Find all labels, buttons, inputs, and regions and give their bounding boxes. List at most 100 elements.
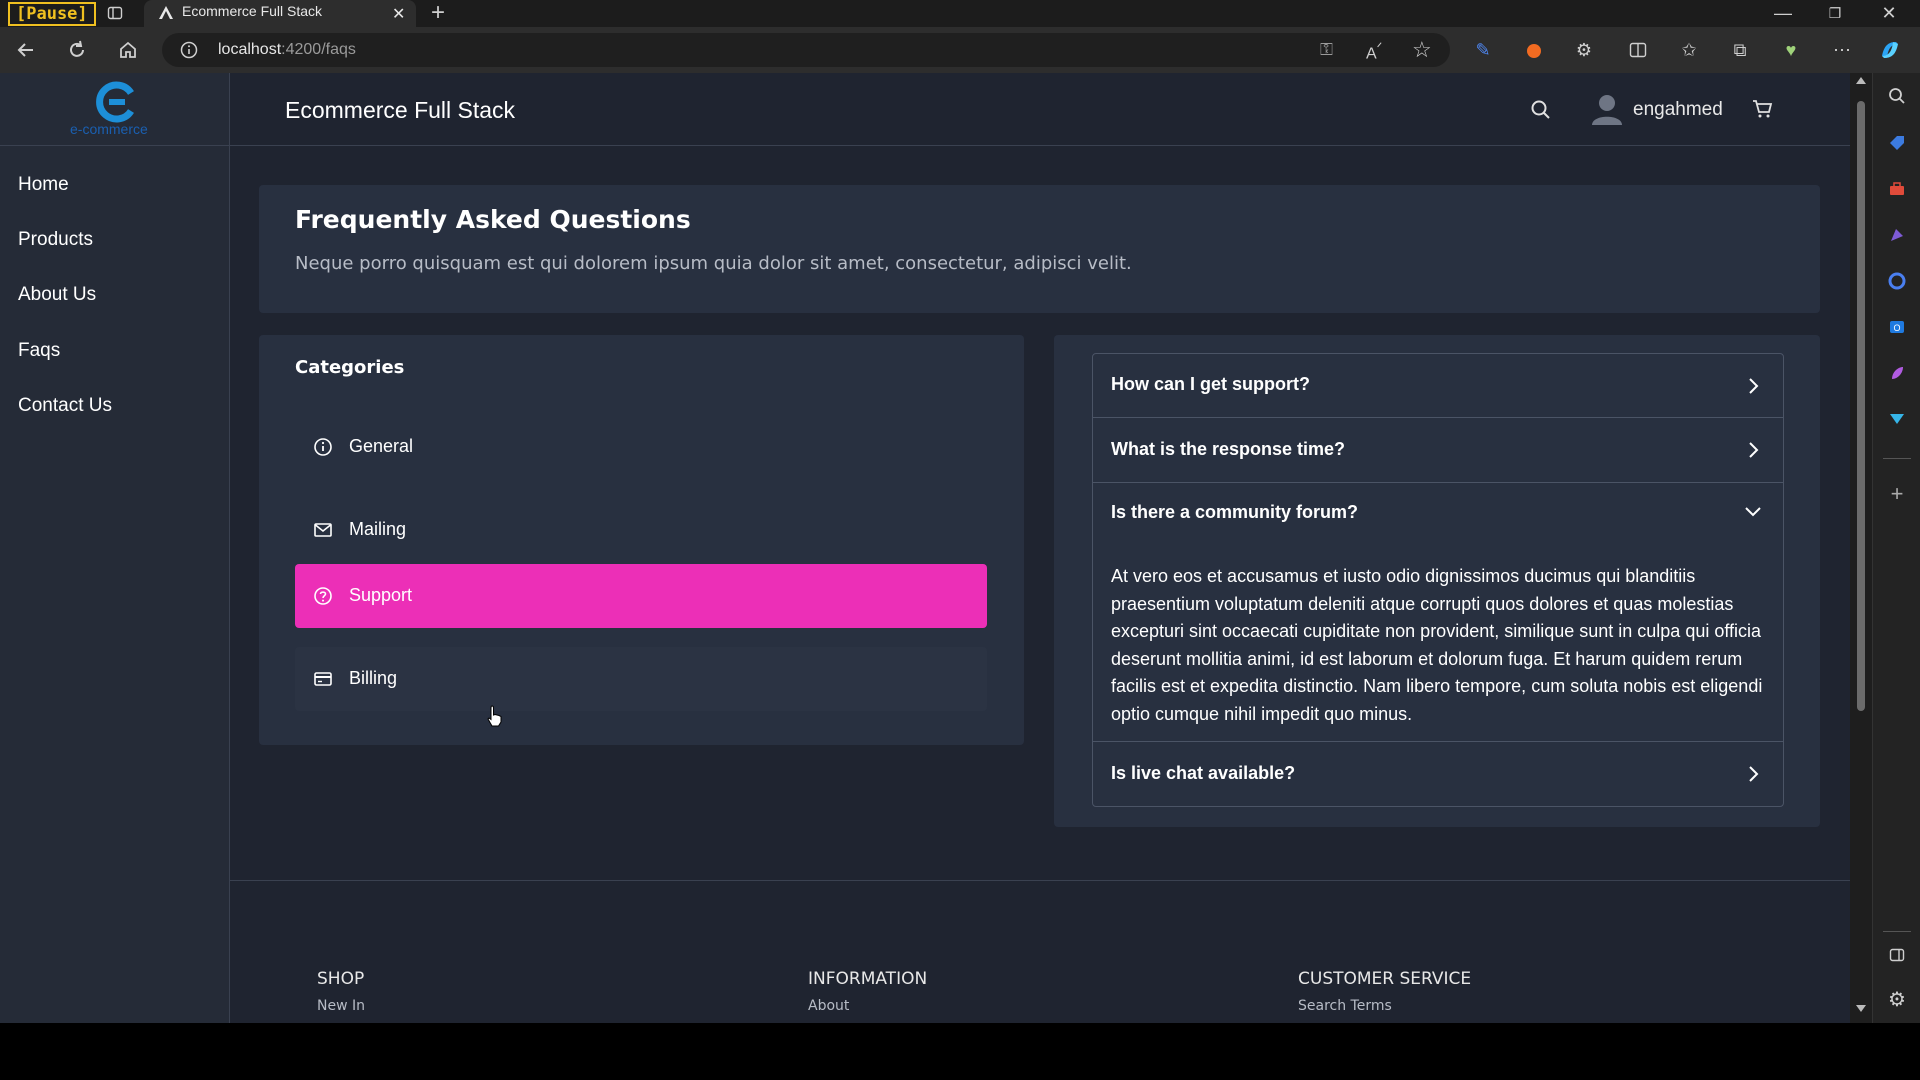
faq-accordion: How can I get support? What is the respo… [1092, 353, 1784, 807]
back-icon[interactable] [8, 32, 44, 68]
footer-heading-customer-service: CUSTOMER SERVICE [1298, 969, 1472, 989]
url-path: :4200/faqs [281, 41, 356, 58]
extensions-puzzle-icon[interactable]: ⚙ [1566, 32, 1602, 68]
games-icon[interactable] [1879, 217, 1915, 253]
extension-orange-icon[interactable] [1516, 32, 1552, 68]
shopping-tag-icon[interactable] [1879, 125, 1915, 161]
split-screen-icon[interactable] [1620, 32, 1656, 68]
microsoft365-icon[interactable] [1879, 263, 1915, 299]
user-avatar-icon[interactable] [1590, 92, 1624, 126]
angular-favicon-icon [158, 5, 174, 21]
chevron-right-icon [1743, 764, 1763, 784]
site-info-icon[interactable] [180, 41, 198, 59]
nav-contact-us[interactable]: Contact Us [18, 395, 112, 417]
nav-home[interactable]: Home [18, 174, 69, 196]
category-label: Support [349, 585, 413, 605]
category-general[interactable]: General [295, 415, 987, 479]
faq-item-expanded[interactable]: Is there a community forum? At vero eos … [1093, 483, 1783, 742]
logo[interactable]: e-commerce [0, 73, 230, 146]
chevron-right-icon [1743, 376, 1763, 396]
nav-products[interactable]: Products [18, 229, 93, 251]
faq-question: Is live chat available? [1111, 763, 1296, 783]
footer-heading-shop: SHOP [317, 969, 365, 989]
scroll-down-arrow-icon[interactable] [1856, 1005, 1866, 1012]
close-tab-icon[interactable]: ✕ [392, 4, 405, 24]
logo-text: e-commerce [70, 121, 148, 137]
chevron-down-icon [1743, 501, 1763, 521]
category-mailing[interactable]: Mailing [295, 498, 987, 562]
outlook-icon[interactable]: O [1879, 309, 1915, 345]
category-label: Billing [349, 668, 398, 688]
faq-item[interactable]: Is live chat available? [1093, 742, 1783, 806]
extension-pen-icon[interactable]: ✎ [1465, 32, 1501, 68]
categories-panel: Categories General Mailing Support Billi… [259, 335, 1024, 745]
nav-about-us[interactable]: About Us [18, 284, 96, 306]
chevron-right-icon [1743, 440, 1763, 460]
sidebar-divider-bottom [1883, 931, 1911, 932]
footer: SHOP New In INFORMATION About CUSTOMER S… [230, 880, 1850, 1023]
categories-title: Categories [295, 357, 405, 378]
address-bar[interactable]: localhost:4200/faqs ⚿ Aᐟ ☆ [162, 33, 1450, 67]
username[interactable]: engahmed [1633, 99, 1723, 121]
search-icon[interactable] [1530, 99, 1552, 121]
page-subtitle: Neque porro quisquam est qui dolorem ips… [295, 253, 1132, 274]
footer-link-new-in[interactable]: New In [317, 998, 365, 1014]
tools-icon[interactable] [1879, 171, 1915, 207]
faq-item[interactable]: What is the response time? [1093, 418, 1783, 483]
designer-icon[interactable] [1879, 355, 1915, 391]
faq-answer: At vero eos et accusamus et iusto odio d… [1111, 566, 1763, 724]
favorite-star-icon[interactable]: ☆ [1412, 37, 1432, 63]
help-icon [313, 586, 333, 606]
mail-icon [313, 520, 333, 540]
add-sidebar-app-icon[interactable]: + [1879, 476, 1915, 512]
edge-sidebar: O + ⚙ [1872, 73, 1920, 1023]
category-support[interactable]: Support [295, 564, 987, 628]
page-scrollbar[interactable] [1850, 73, 1872, 1023]
favorites-icon[interactable]: ✩ [1671, 32, 1707, 68]
copilot-icon[interactable] [1872, 32, 1908, 68]
scroll-up-arrow-icon[interactable] [1856, 77, 1866, 84]
browser-essentials-icon[interactable]: ♥ [1773, 32, 1809, 68]
pause-badge: [Pause] [8, 2, 96, 26]
credit-card-icon [313, 669, 333, 689]
refresh-icon[interactable] [59, 32, 95, 68]
app-header: Ecommerce Full Stack engahmed [230, 73, 1850, 146]
url-host: localhost [218, 41, 282, 58]
read-aloud-icon[interactable]: Aᐟ [1366, 40, 1382, 63]
app-title: Ecommerce Full Stack [285, 97, 516, 123]
nav-faqs[interactable]: Faqs [18, 340, 60, 362]
app-sidebar: e-commerce Home Products About Us Faqs C… [0, 73, 230, 1023]
faq-question: Is there a community forum? [1111, 502, 1359, 522]
footer-link-search-terms[interactable]: Search Terms [1298, 998, 1392, 1014]
faq-question: What is the response time? [1111, 439, 1346, 459]
faq-header-panel: Frequently Asked Questions Neque porro q… [259, 185, 1820, 313]
more-menu-icon[interactable]: ⋯ [1824, 32, 1860, 68]
url-text[interactable]: localhost:4200/faqs [218, 41, 356, 59]
sidebar-settings-icon[interactable]: ⚙ [1879, 981, 1915, 1017]
category-label: Mailing [349, 519, 407, 539]
collections-icon[interactable]: ⧉ [1722, 32, 1758, 68]
drop-icon[interactable] [1879, 401, 1915, 437]
faq-item[interactable]: How can I get support? [1093, 354, 1783, 418]
category-billing[interactable]: Billing [295, 647, 987, 711]
info-icon [313, 437, 333, 457]
footer-heading-information: INFORMATION [808, 969, 928, 989]
page-viewport: e-commerce Home Products About Us Faqs C… [0, 73, 1850, 1023]
mouse-cursor-icon [486, 705, 504, 727]
footer-link-about[interactable]: About [808, 998, 849, 1014]
tab-active[interactable]: Ecommerce Full Stack ✕ [144, 0, 416, 27]
browser-toolbar: localhost:4200/faqs ⚿ Aᐟ ☆ ✎ ⚙ ✩ ⧉ ♥ ⋯ [0, 27, 1920, 73]
cart-icon[interactable] [1752, 98, 1774, 120]
key-icon[interactable]: ⚿ [1320, 40, 1333, 60]
faq-question: How can I get support? [1111, 374, 1311, 394]
sidebar-search-icon[interactable] [1879, 78, 1915, 114]
scroll-thumb[interactable] [1857, 101, 1865, 711]
hide-sidebar-icon[interactable] [1879, 937, 1915, 973]
sidebar-divider [1883, 458, 1911, 459]
page-title: Frequently Asked Questions [295, 205, 691, 234]
tab-title: Ecommerce Full Stack [182, 3, 323, 19]
category-label: General [349, 436, 414, 456]
faq-accordion-panel: How can I get support? What is the respo… [1054, 335, 1820, 827]
svg-text:O: O [1893, 323, 1900, 333]
home-icon[interactable] [110, 32, 146, 68]
